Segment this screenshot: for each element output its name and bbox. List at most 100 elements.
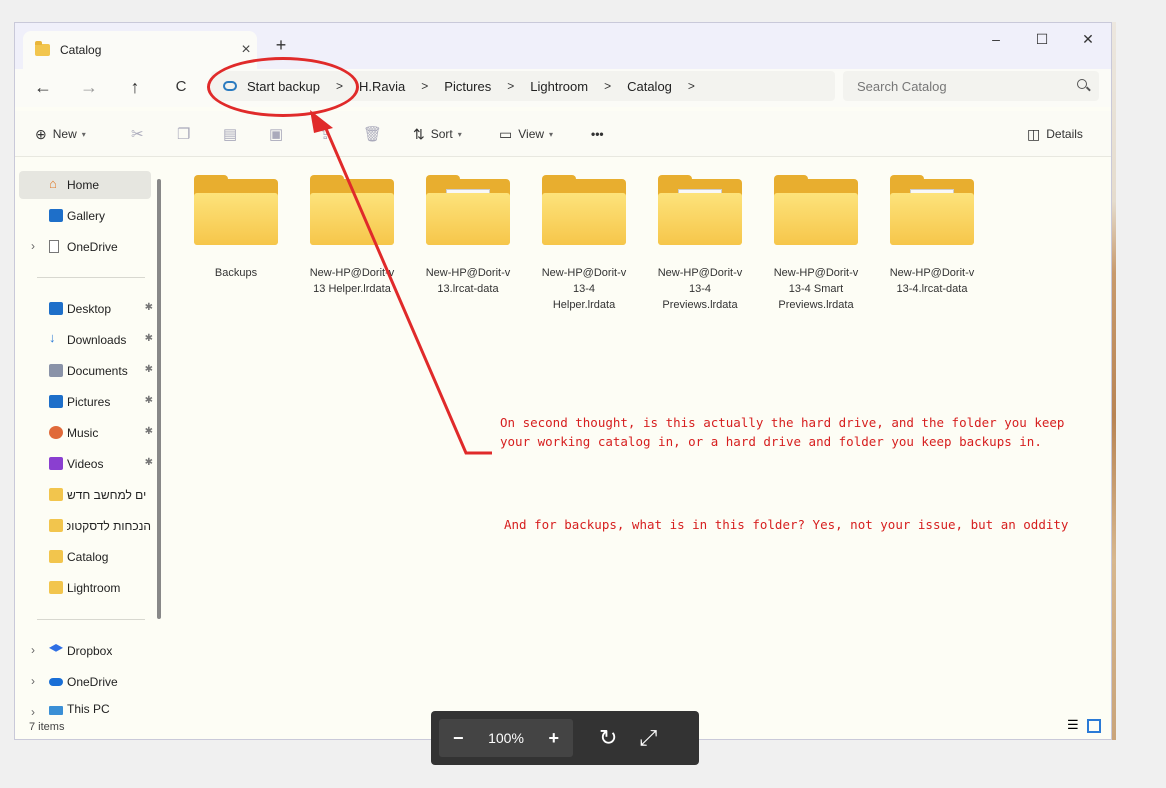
sidebar-item-onedrive-cloud[interactable]: › OneDrive xyxy=(19,668,151,696)
minimize-button[interactable]: – xyxy=(981,27,1011,51)
command-bar: ⊕ New ▾ ✂ ❐ ▤ ▣ ⇪ 🗑 ⇅ Sort ▾ ▭ View ▾ ••… xyxy=(15,111,1111,157)
folder-label-line: New-HP@Dorit-v xyxy=(309,267,395,279)
back-button[interactable]: ← xyxy=(31,75,55,99)
maximize-button[interactable]: ☐ xyxy=(1027,27,1057,51)
pin-icon: ✱ xyxy=(144,426,153,437)
refresh-button[interactable]: C xyxy=(169,75,193,99)
chevron-right-icon[interactable]: › xyxy=(31,239,35,253)
file-explorer-window: Catalog × + – ☐ ✕ ← → ↑ C Start backup >… xyxy=(14,22,1112,740)
zoom-out-button[interactable]: − xyxy=(453,728,464,749)
navigation-pane: ⌂ Home Gallery › OneDrive Desktop ✱ ↓ Do… xyxy=(15,159,165,719)
folder-label: New-HP@Dorit-v 13-4 Previews.lrdata xyxy=(645,265,755,313)
zoom-toolbar: − 100% + ↻ ⤢ xyxy=(431,711,699,765)
folder-item[interactable]: New-HP@Dorit-v 13.lrcat-data xyxy=(413,175,523,297)
sidebar-item-desktop[interactable]: Desktop ✱ xyxy=(19,295,153,323)
sidebar-item-pictures[interactable]: Pictures ✱ xyxy=(19,388,153,416)
document-icon xyxy=(49,240,59,253)
zoom-in-button[interactable]: + xyxy=(548,728,559,749)
folder-item[interactable]: New-HP@Dorit-v 13-4 Smart Previews.lrdata xyxy=(761,175,871,313)
new-tab-button[interactable]: + xyxy=(271,35,291,55)
copy-icon[interactable]: ❐ xyxy=(177,123,190,145)
pin-icon: ✱ xyxy=(144,395,153,406)
chevron-right-icon[interactable]: > xyxy=(495,79,526,93)
folder-label-line: 13-4 xyxy=(572,283,596,295)
folder-label: Backups xyxy=(181,265,291,281)
folder-label: New-HP@Dorit-v 13-4 Helper.lrdata xyxy=(529,265,639,313)
share-icon[interactable]: ⇪ xyxy=(319,123,332,145)
close-button[interactable]: ✕ xyxy=(1073,27,1103,51)
folder-label: New-HP@Dorit-v 13.lrcat-data xyxy=(413,265,523,297)
folder-icon xyxy=(194,175,278,247)
paste-icon[interactable]: ▤ xyxy=(223,123,237,145)
annotation-text: On second thought, is this actually the … xyxy=(500,394,1100,553)
folder-label-line: 13-4.lrcat-data xyxy=(896,283,968,295)
sidebar-item-home[interactable]: ⌂ Home xyxy=(19,171,151,199)
chevron-right-icon[interactable]: > xyxy=(592,79,623,93)
folder-item[interactable]: New-HP@Dorit-v 13-4 Previews.lrdata xyxy=(645,175,755,313)
folder-icon xyxy=(49,519,63,532)
folder-icon xyxy=(35,41,50,56)
tab-title: Catalog xyxy=(60,43,102,57)
videos-icon xyxy=(49,457,63,470)
search-input[interactable]: Search Catalog xyxy=(843,71,1099,101)
folder-icon xyxy=(49,488,63,501)
breadcrumb-catalog[interactable]: Catalog xyxy=(623,79,676,94)
chevron-right-icon[interactable]: > xyxy=(409,79,440,93)
delete-icon[interactable]: 🗑 xyxy=(363,123,382,145)
list-view-icon[interactable]: ☰ xyxy=(1067,717,1081,732)
folder-icon xyxy=(49,550,63,563)
folder-label: New-HP@Dorit-v 13-4.lrcat-data xyxy=(877,265,987,297)
rotate-icon[interactable]: ↻ xyxy=(599,725,617,751)
chevron-right-icon[interactable]: › xyxy=(31,674,35,688)
more-options-button[interactable]: ••• xyxy=(591,123,604,145)
sidebar-item-new-computer-folder[interactable]: ים למחשב חדש xyxy=(19,481,151,509)
sidebar-item-videos[interactable]: Videos ✱ xyxy=(19,450,153,478)
sidebar-item-lightroom[interactable]: Lightroom xyxy=(19,574,151,602)
zoom-group: − 100% + xyxy=(439,719,573,757)
tab-close-button[interactable]: × xyxy=(235,39,257,61)
breadcrumb-lightroom[interactable]: Lightroom xyxy=(526,79,592,94)
new-button[interactable]: ⊕ New ▾ xyxy=(35,123,86,145)
search-placeholder: Search Catalog xyxy=(857,78,947,94)
tab-catalog[interactable]: Catalog × xyxy=(23,31,257,69)
fit-screen-icon[interactable]: ⤢ xyxy=(639,725,657,751)
chevron-right-icon[interactable]: › xyxy=(31,643,35,657)
folder-label-line: Backups xyxy=(214,267,258,279)
folder-icon xyxy=(542,175,626,247)
breadcrumb-pictures[interactable]: Pictures xyxy=(440,79,495,94)
sidebar-item-catalog[interactable]: Catalog xyxy=(19,543,151,571)
sort-button[interactable]: ⇅ Sort ▾ xyxy=(413,123,462,145)
sidebar-item-desktop-prep-folder[interactable]: הנכחות לדסקטופ xyxy=(19,512,151,540)
up-button[interactable]: ↑ xyxy=(123,75,147,99)
sidebar-item-documents[interactable]: Documents ✱ xyxy=(19,357,153,385)
view-button[interactable]: ▭ View ▾ xyxy=(499,123,553,145)
sidebar-item-dropbox[interactable]: › Dropbox xyxy=(19,637,151,665)
folder-item[interactable]: New-HP@Dorit-v 13-4.lrcat-data xyxy=(877,175,987,297)
folder-item[interactable]: New-HP@Dorit-v 13 Helper.lrdata xyxy=(297,175,407,297)
folder-label-line: New-HP@Dorit-v xyxy=(773,267,859,279)
breadcrumb-hravia[interactable]: H.Ravia xyxy=(355,79,409,94)
sidebar-item-downloads[interactable]: ↓ Downloads ✱ xyxy=(19,326,153,354)
folder-icon xyxy=(890,175,974,247)
sidebar-divider xyxy=(37,619,145,620)
details-pane-icon: ◫ xyxy=(1027,125,1041,142)
folder-label-line: New-HP@Dorit-v xyxy=(425,267,511,279)
chevron-down-icon: ▾ xyxy=(549,129,554,139)
sort-label: Sort xyxy=(430,127,453,141)
tiles-view-icon[interactable] xyxy=(1087,719,1101,733)
cut-icon[interactable]: ✂ xyxy=(131,123,144,145)
chevron-right-icon[interactable]: > xyxy=(676,79,707,93)
folder-item[interactable]: Backups xyxy=(181,175,291,281)
forward-button[interactable]: → xyxy=(77,75,101,99)
documents-icon xyxy=(49,364,63,377)
sidebar-item-music[interactable]: Music ✱ xyxy=(19,419,153,447)
sidebar-scrollbar[interactable] xyxy=(157,179,161,619)
rename-icon[interactable]: ▣ xyxy=(269,123,283,145)
folder-item[interactable]: New-HP@Dorit-v 13-4 Helper.lrdata xyxy=(529,175,639,313)
pc-icon xyxy=(49,706,63,715)
sidebar-item-this-pc[interactable]: › This PC xyxy=(19,699,151,719)
sidebar-item-onedrive[interactable]: › OneDrive xyxy=(19,233,151,261)
sidebar-item-gallery[interactable]: Gallery xyxy=(19,202,151,230)
chevron-right-icon[interactable]: › xyxy=(31,705,35,719)
details-button[interactable]: ◫ Details xyxy=(1027,123,1083,145)
